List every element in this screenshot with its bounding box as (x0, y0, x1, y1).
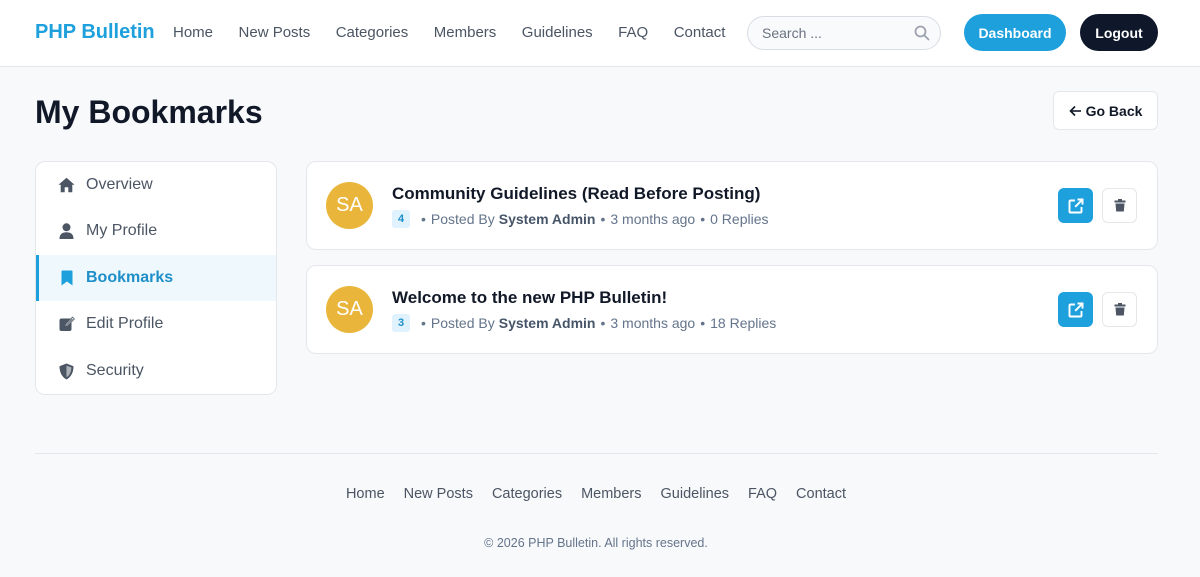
sidebar-item-overview[interactable]: Overview (36, 162, 276, 208)
post-time: 3 months ago (610, 315, 696, 331)
sidebar-item-security[interactable]: Security (36, 348, 276, 394)
nav-contact[interactable]: Contact (674, 24, 726, 41)
separator-dot: • (700, 211, 706, 227)
search-input[interactable] (762, 25, 912, 41)
open-bookmark-button[interactable] (1058, 292, 1093, 327)
sidebar-item-label: Edit Profile (86, 315, 164, 332)
footer-divider (35, 453, 1158, 454)
bookmark-title[interactable]: Welcome to the new PHP Bulletin! (392, 288, 667, 308)
sidebar-item-label: Overview (86, 176, 153, 193)
external-link-icon (1068, 198, 1083, 213)
separator-dot: • (421, 211, 426, 227)
nav-categories[interactable]: Categories (336, 24, 409, 41)
separator-dot: • (600, 315, 606, 331)
sidebar-item-edit-profile[interactable]: Edit Profile (36, 301, 276, 347)
nav-new-posts[interactable]: New Posts (239, 24, 311, 41)
go-back-button[interactable]: Go Back (1053, 91, 1158, 130)
open-bookmark-button[interactable] (1058, 188, 1093, 223)
bookmark-meta: 3 • Posted By System Admin • 3 months ag… (392, 314, 776, 332)
category-badge: 4 (392, 210, 410, 228)
logout-button[interactable]: Logout (1080, 14, 1158, 51)
bookmark-title[interactable]: Community Guidelines (Read Before Postin… (392, 184, 760, 204)
shield-icon (58, 363, 75, 380)
remove-bookmark-button[interactable] (1102, 188, 1137, 223)
nav-members[interactable]: Members (434, 24, 497, 41)
trash-icon (1114, 303, 1125, 316)
separator-dot: • (600, 211, 606, 227)
trash-icon (1114, 199, 1125, 212)
reply-count: 18 Replies (710, 315, 777, 331)
footer-link-guidelines[interactable]: Guidelines (661, 486, 730, 502)
footer-link-faq[interactable]: FAQ (748, 486, 777, 502)
arrow-left-icon (1068, 105, 1081, 116)
top-header: PHP Bulletin Home New Posts Categories M… (0, 0, 1200, 67)
separator-dot: • (700, 315, 706, 331)
home-icon (58, 177, 75, 194)
nav-home[interactable]: Home (173, 24, 213, 41)
copyright-text: © 2026 PHP Bulletin. All rights reserved… (484, 536, 708, 550)
site-logo[interactable]: PHP Bulletin (35, 21, 155, 44)
footer-link-contact[interactable]: Contact (796, 486, 846, 502)
bookmark-icon (58, 270, 75, 287)
bookmark-card: SA Welcome to the new PHP Bulletin! 3 • … (306, 265, 1158, 354)
footer-link-new-posts[interactable]: New Posts (404, 486, 473, 502)
remove-bookmark-button[interactable] (1102, 292, 1137, 327)
posted-by-label: Posted By (430, 315, 495, 331)
post-time: 3 months ago (610, 211, 696, 227)
nav-guidelines[interactable]: Guidelines (522, 24, 593, 41)
search-icon[interactable] (914, 25, 930, 41)
sidebar-item-label: Security (86, 362, 144, 379)
sidebar-item-bookmarks[interactable]: Bookmarks (36, 255, 276, 301)
avatar: SA (326, 182, 373, 229)
main-nav: Home New Posts Categories Members Guidel… (173, 24, 751, 41)
author-name[interactable]: System Admin (499, 211, 596, 227)
avatar: SA (326, 286, 373, 333)
dashboard-button[interactable]: Dashboard (964, 14, 1066, 51)
reply-count: 0 Replies (710, 211, 769, 227)
sidebar-item-label: My Profile (86, 222, 158, 239)
go-back-label: Go Back (1085, 102, 1143, 119)
search-box (747, 16, 941, 50)
author-name[interactable]: System Admin (499, 315, 596, 331)
sidebar-item-my-profile[interactable]: My Profile (36, 208, 276, 254)
category-badge: 3 (392, 314, 410, 332)
user-icon (58, 223, 75, 240)
footer-link-members[interactable]: Members (581, 486, 641, 502)
footer-link-home[interactable]: Home (346, 486, 385, 502)
footer-nav: Home New Posts Categories Members Guidel… (0, 486, 1192, 502)
posted-by-label: Posted By (430, 211, 495, 227)
separator-dot: • (421, 315, 426, 331)
bookmark-card: SA Community Guidelines (Read Before Pos… (306, 161, 1158, 250)
profile-sidebar: Overview My Profile Bookmarks Edit Profi… (35, 161, 277, 395)
edit-icon (58, 316, 75, 333)
page-title: My Bookmarks (35, 94, 263, 130)
sidebar-item-label: Bookmarks (86, 269, 174, 286)
footer-link-categories[interactable]: Categories (492, 486, 562, 502)
nav-faq[interactable]: FAQ (618, 24, 648, 41)
bookmark-meta: 4 • Posted By System Admin • 3 months ag… (392, 210, 769, 228)
external-link-icon (1068, 302, 1083, 317)
